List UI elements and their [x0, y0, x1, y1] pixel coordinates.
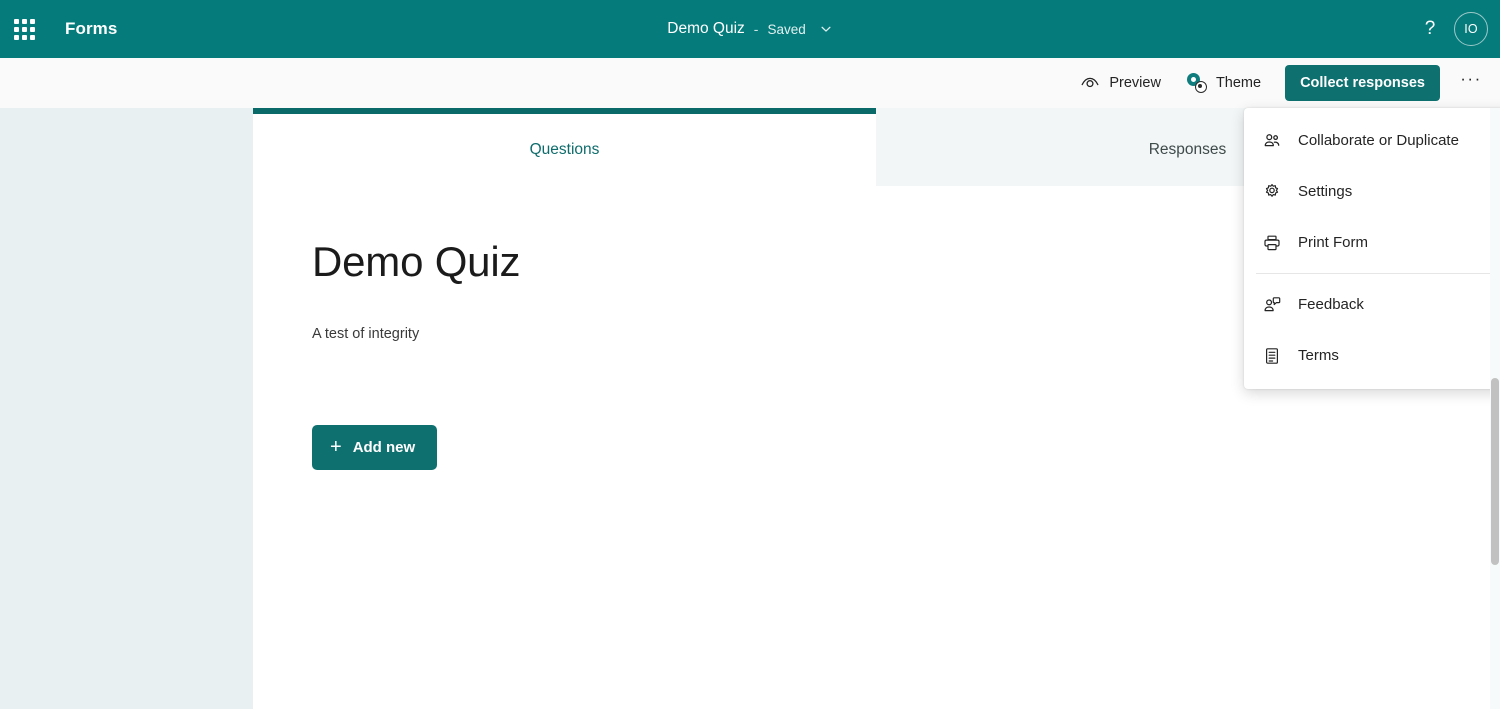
avatar-initials: IO	[1464, 22, 1478, 36]
menu-item-label: Settings	[1298, 183, 1353, 200]
plus-icon: +	[330, 435, 342, 458]
avatar[interactable]: IO	[1454, 12, 1488, 46]
document-list-icon	[1262, 346, 1282, 366]
person-feedback-icon	[1262, 295, 1282, 315]
help-button[interactable]: ?	[1410, 9, 1450, 49]
app-header: Forms Demo Quiz - Saved ? IO	[0, 0, 1500, 58]
menu-divider	[1256, 273, 1500, 274]
app-name: Forms	[65, 19, 118, 38]
tab-responses-label: Responses	[1148, 141, 1227, 158]
vertical-scrollbar[interactable]	[1490, 108, 1500, 709]
save-status: Saved	[767, 21, 806, 37]
document-title[interactable]: Demo Quiz	[667, 20, 745, 38]
theme-button[interactable]: Theme	[1175, 65, 1273, 101]
add-new-button[interactable]: + Add new	[312, 425, 438, 471]
theme-label: Theme	[1215, 75, 1262, 91]
overflow-menu: Collaborate or Duplicate Settings Print …	[1244, 108, 1500, 389]
collect-responses-button[interactable]: Collect responses	[1285, 65, 1440, 101]
more-options-button[interactable]: ···	[1452, 65, 1490, 101]
menu-item-feedback[interactable]: Feedback	[1244, 279, 1500, 330]
add-new-label: Add new	[352, 439, 416, 457]
menu-item-terms[interactable]: Terms	[1244, 330, 1500, 381]
palette-icon	[1186, 73, 1207, 93]
gear-icon	[1262, 182, 1282, 202]
preview-button[interactable]: Preview	[1068, 65, 1173, 101]
tab-questions[interactable]: Questions	[253, 108, 876, 186]
chevron-down-icon[interactable]	[819, 22, 833, 36]
app-launcher-waffle-button[interactable]	[0, 0, 48, 58]
ellipsis-icon: ···	[1460, 69, 1482, 88]
menu-item-label: Collaborate or Duplicate	[1298, 132, 1459, 149]
menu-item-label: Print Form	[1298, 234, 1369, 251]
title-separator: -	[753, 21, 759, 37]
printer-icon	[1262, 233, 1282, 253]
waffle-icon	[13, 18, 35, 40]
menu-item-settings[interactable]: Settings	[1244, 166, 1500, 217]
question-mark-icon: ?	[1424, 18, 1436, 39]
menu-item-collaborate-or-duplicate[interactable]: Collaborate or Duplicate	[1244, 115, 1500, 166]
eye-icon	[1080, 73, 1100, 93]
tab-questions-label: Questions	[529, 141, 600, 158]
menu-item-label: Terms	[1298, 347, 1339, 364]
preview-label: Preview	[1109, 75, 1161, 91]
command-bar: Preview Theme Collect responses ···	[0, 58, 1500, 108]
document-title-group: Demo Quiz - Saved	[0, 0, 1500, 58]
menu-item-label: Feedback	[1298, 296, 1364, 313]
people-icon	[1262, 131, 1282, 151]
menu-item-print-form[interactable]: Print Form	[1244, 217, 1500, 268]
header-actions: ? IO	[1410, 0, 1500, 58]
vertical-scrollbar-thumb[interactable]	[1491, 378, 1499, 565]
